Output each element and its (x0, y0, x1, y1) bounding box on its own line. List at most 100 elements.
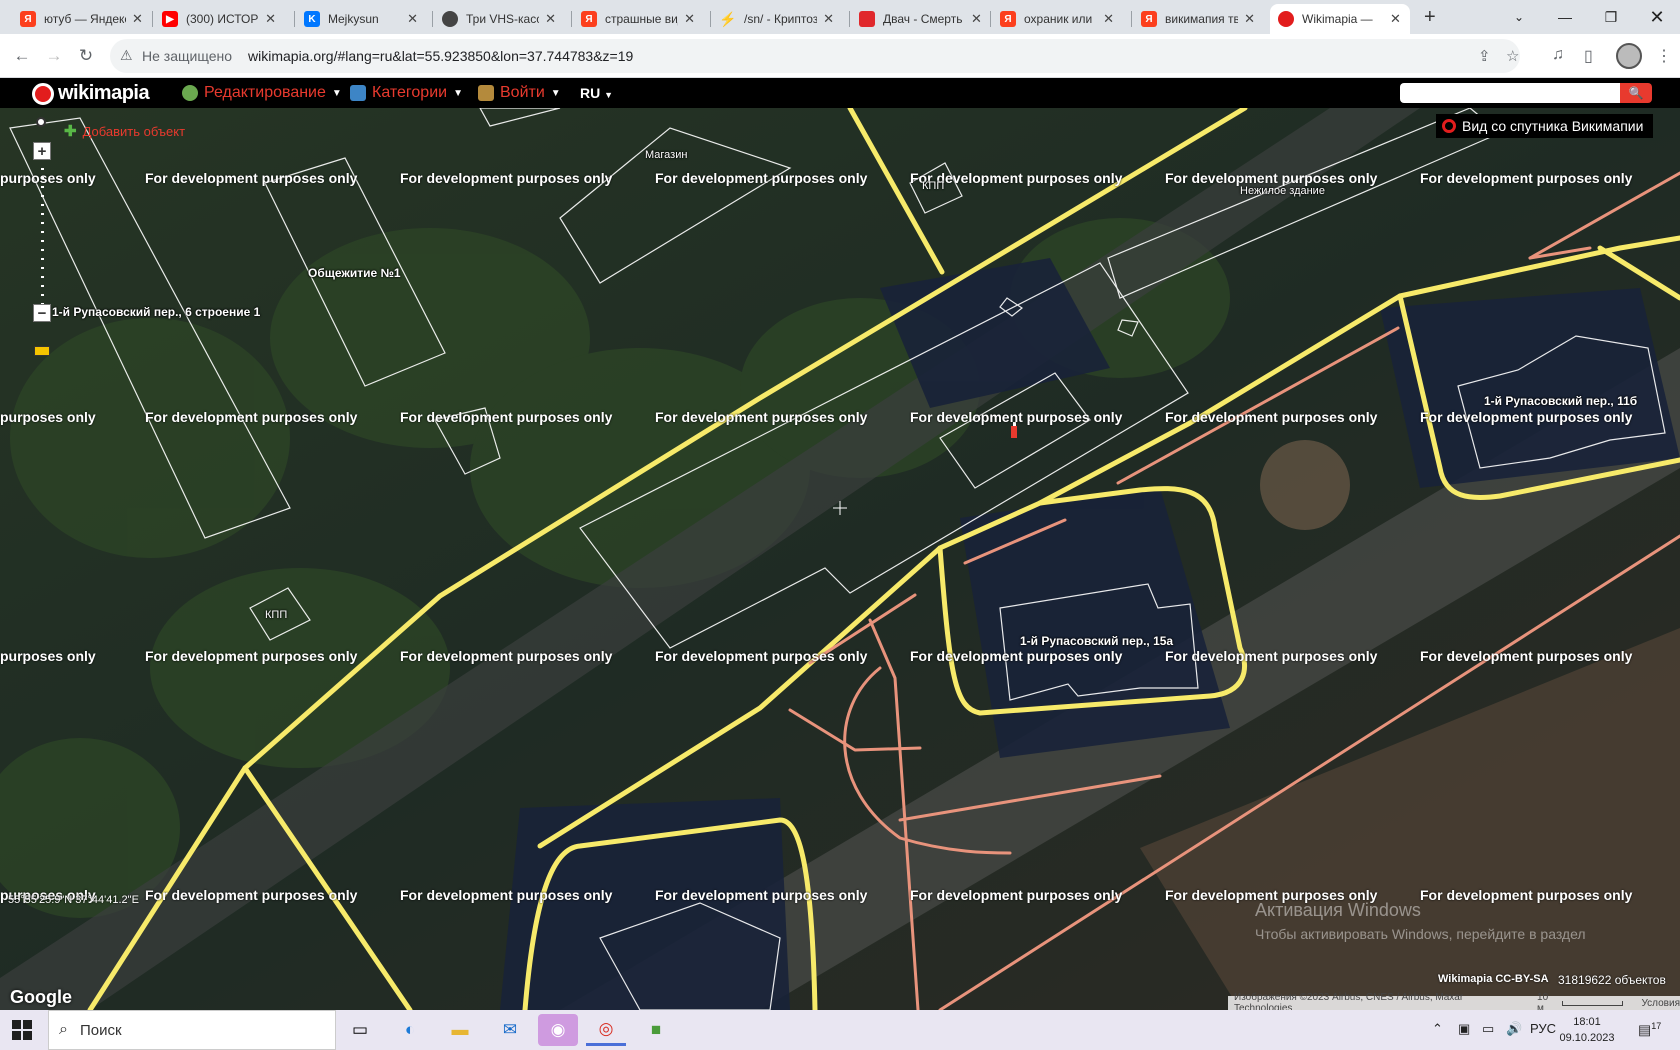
mail-icon[interactable]: ✉ (490, 1014, 530, 1046)
search-button[interactable]: 🔍 (1620, 83, 1652, 103)
satellite-view-button[interactable]: Вид со спутника Викимапии (1436, 114, 1654, 138)
cursor-coordinates: 55°55'25.9"N 37°44'41.2"E (8, 894, 139, 906)
zoom-slider-track[interactable] (41, 168, 44, 318)
language-selector[interactable]: RU ▼ (580, 85, 613, 101)
close-icon[interactable]: ✕ (265, 11, 276, 27)
menu-categories[interactable]: Категории ▼ (350, 84, 463, 102)
volume-icon[interactable]: 🔊 (1506, 1021, 1522, 1037)
tab-yandex-scary[interactable]: Я страшные видео ✕ (573, 4, 703, 34)
tray-app-icon[interactable]: ▣ (1458, 1021, 1470, 1037)
back-icon[interactable]: ← (8, 42, 36, 70)
close-icon[interactable]: ✕ (545, 11, 556, 27)
security-label[interactable]: Не защищено (142, 48, 232, 64)
map-search-input[interactable] (1400, 83, 1620, 103)
forward-icon[interactable]: → (40, 42, 68, 70)
close-icon[interactable]: ✕ (1103, 11, 1114, 27)
discord-icon[interactable]: ◉ (538, 1014, 578, 1046)
ruler-icon[interactable] (34, 346, 50, 356)
tab-title: Wikimapia — (1302, 12, 1373, 26)
logo-text: wikimapia (58, 82, 150, 104)
place-label-shop[interactable]: Магазин (645, 149, 687, 161)
locate-icon[interactable] (36, 117, 46, 127)
tab-vhs[interactable]: Три VHS-кассеты ✕ (434, 4, 564, 34)
tab-yandex-wikimapia[interactable]: Я викимапия тв ✕ (1133, 4, 1263, 34)
taskbar-search[interactable]: ⌕ Поиск (48, 1010, 336, 1050)
tab-vk[interactable]: K Mejkysun ✕ (296, 4, 426, 34)
tab-sn[interactable]: ⚡ /sn/ - Криптозоология ✕ (712, 4, 842, 34)
close-icon[interactable]: ✕ (823, 11, 834, 27)
share-icon[interactable]: ⇪ (1478, 47, 1491, 65)
menu-login-label: Войти (500, 84, 545, 101)
zoom-in-button[interactable]: + (33, 142, 51, 160)
close-icon[interactable]: ✕ (1244, 11, 1255, 27)
close-icon[interactable]: ✕ (684, 11, 695, 27)
windows-activation-title: Активация Windows (1255, 900, 1421, 920)
clock[interactable]: 18:01 09.10.2023 (1556, 1014, 1618, 1046)
scale-label[interactable]: 10 м (1537, 992, 1558, 1010)
tab-yandex-guard[interactable]: Я охраник или ✕ (992, 4, 1122, 34)
side-panel-icon[interactable]: ▯ (1584, 46, 1593, 66)
tab-youtube[interactable]: ▶ (300) ИСТОРИЯ ✕ (154, 4, 284, 34)
minimize-icon[interactable]: — (1542, 0, 1588, 34)
task-view-icon[interactable]: ▭ (340, 1014, 380, 1046)
url-text[interactable]: wikimapia.org/#lang=ru&lat=55.923850&lon… (248, 48, 633, 64)
restore-icon[interactable]: ❐ (1588, 0, 1634, 34)
terms-link[interactable]: Условия (1641, 998, 1680, 1009)
profile-avatar[interactable] (1616, 43, 1642, 69)
close-icon[interactable]: ✕ (1390, 11, 1401, 27)
zoom-control[interactable]: + − (30, 118, 54, 368)
address-bar[interactable]: ⚠ Не защищено wikimapia.org/#lang=ru&lat… (110, 39, 1520, 73)
media-control-icon[interactable]: ♫ (1552, 46, 1564, 64)
chrome-icon[interactable]: ◎ (586, 1014, 626, 1046)
tab-yandex-youtube[interactable]: Я ютуб — Яндекс ✕ (12, 4, 152, 34)
tray-chevron-icon[interactable]: ⌃ (1432, 1021, 1443, 1037)
map-attribution: Изображения ©2023 Airbus, CNES / Airbus,… (1228, 992, 1680, 1010)
place-label-addr-11b[interactable]: 1-й Рупасовский пер., 11б (1484, 394, 1637, 408)
close-icon[interactable]: ✕ (407, 11, 418, 27)
file-explorer-icon[interactable]: ▬ (440, 1014, 480, 1046)
login-icon (478, 85, 494, 101)
menu-login[interactable]: Войти ▼ (478, 84, 561, 102)
reload-icon[interactable]: ↻ (72, 42, 100, 70)
close-icon[interactable]: ✕ (132, 11, 143, 27)
place-label-dormitory[interactable]: Общежитие №1 (308, 266, 401, 280)
license-link[interactable]: Wikimapia CC-BY-SA (1438, 973, 1549, 985)
menu-kebab-icon[interactable]: ⋮ (1656, 46, 1672, 66)
wikimapia-icon (1278, 11, 1294, 27)
zoom-out-button[interactable]: − (33, 304, 51, 322)
place-label-checkpoint-2[interactable]: КПП (265, 609, 287, 621)
youtube-icon: ▶ (162, 11, 178, 27)
close-icon[interactable]: ✕ (971, 11, 982, 27)
satellite-map[interactable]: purposes only For development purposes on… (0, 108, 1680, 1010)
tab-search-icon[interactable]: ⌄ (1496, 0, 1542, 34)
add-object-button[interactable]: ✚ Добавить объект (64, 122, 185, 140)
clock-time: 18:01 (1573, 1016, 1601, 1028)
wikimapia-logo[interactable]: wikimapia (32, 82, 150, 105)
google-logo[interactable]: Google (10, 987, 72, 1008)
edge-icon[interactable]: ◐ (390, 1014, 430, 1046)
minecraft-icon[interactable]: ■ (636, 1014, 676, 1046)
vk-icon: K (304, 11, 320, 27)
tab-wikimapia[interactable]: Wikimapia — ✕ (1270, 4, 1410, 34)
bookmark-star-icon[interactable]: ☆ (1506, 47, 1519, 65)
network-icon[interactable]: ▭ (1482, 1021, 1494, 1037)
place-label-nonresidential[interactable]: Нежилое здание (1240, 185, 1325, 197)
scale-bar[interactable] (1561, 1000, 1624, 1006)
notifications-icon[interactable]: ▤17 (1638, 1021, 1661, 1039)
clock-date: 09.10.2023 (1559, 1032, 1615, 1044)
new-tab-button[interactable]: + (1424, 6, 1436, 29)
place-label-addr-15a[interactable]: 1-й Рупасовский пер., 15а (1020, 634, 1173, 648)
menu-edit[interactable]: Редактирование ▼ (182, 84, 342, 102)
windows-start-icon[interactable] (12, 1020, 32, 1040)
place-label-addr-6[interactable]: 1-й Рупасовский пер., 6 строение 1 (52, 305, 260, 319)
yandex-icon: Я (581, 11, 597, 27)
language-label: RU (580, 85, 601, 101)
place-label-checkpoint[interactable]: КПП (922, 180, 944, 192)
warning-icon[interactable]: ⚠ (120, 47, 133, 64)
bolt-icon: ⚡ (719, 10, 737, 27)
tab-title: Три VHS-кассеты (466, 12, 539, 26)
input-language[interactable]: РУС (1530, 1021, 1556, 1036)
yandex-icon: Я (20, 11, 36, 27)
window-close-icon[interactable]: ✕ (1634, 0, 1680, 34)
tab-dvach[interactable]: Двач - Смерть ✕ (851, 4, 991, 34)
